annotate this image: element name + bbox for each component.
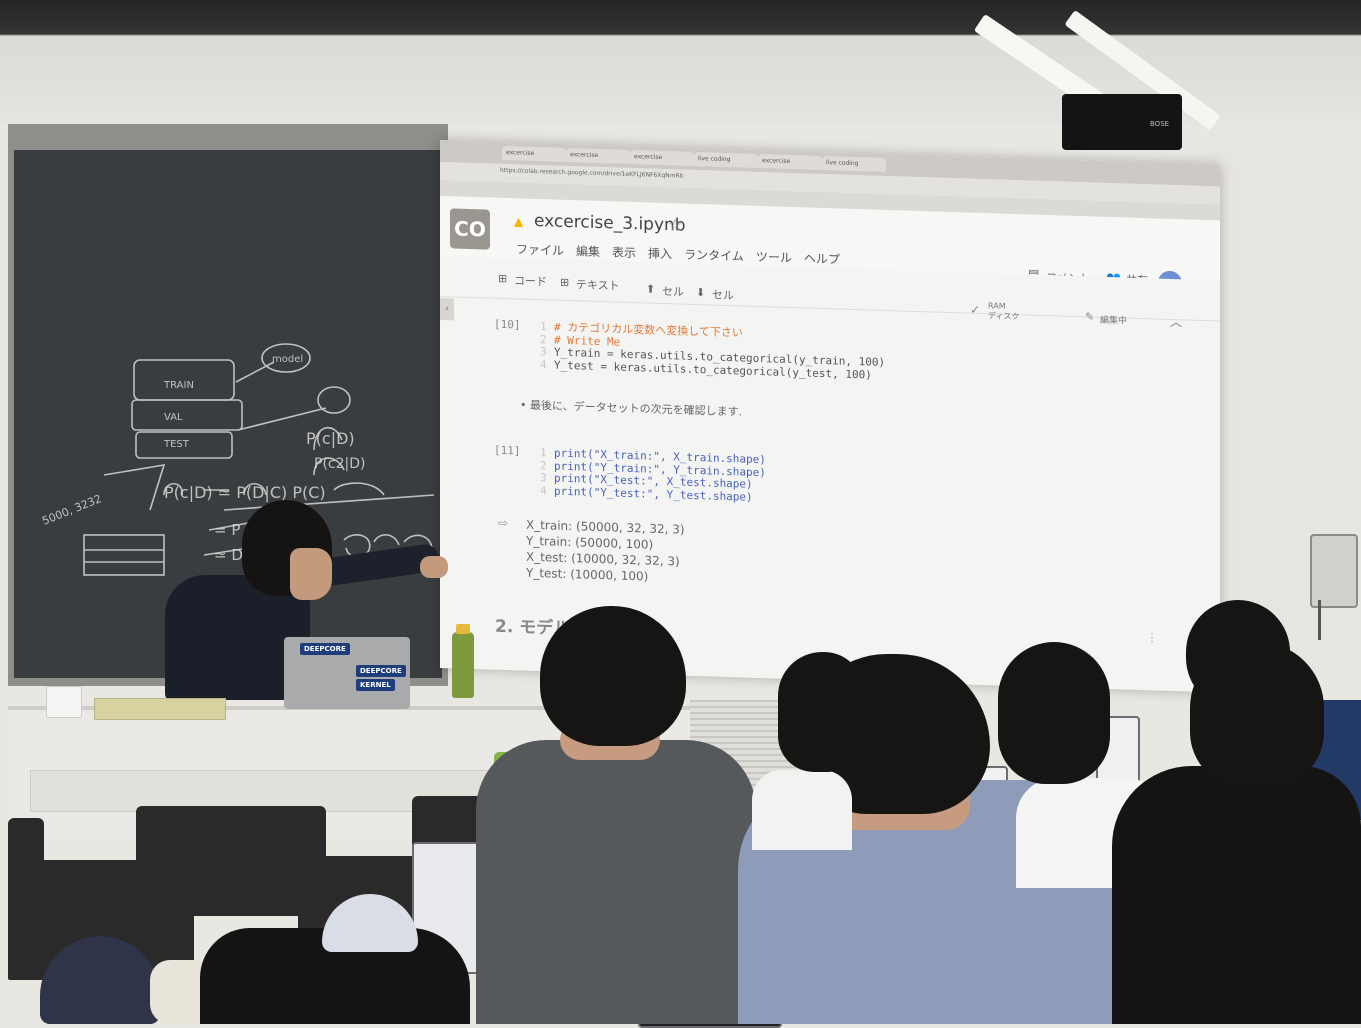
svg-text:model: model [272, 354, 303, 365]
svg-text:TEST: TEST [163, 439, 190, 450]
arrow-down-icon[interactable]: ⬇ [696, 286, 705, 299]
star-icon[interactable]: ☆ [668, 215, 682, 234]
student-black-shirt [1112, 766, 1361, 1024]
code-cell-11[interactable]: 1 print("X_train:", X_train.shape) 2 print… [540, 446, 766, 504]
tea-bottle [452, 632, 474, 698]
markdown-cell[interactable]: • 最後に、データセットの次元を確認します. [520, 397, 742, 420]
drive-icon: ▲ [514, 214, 524, 229]
cell-execution-count: [10] [494, 317, 521, 332]
chair [8, 818, 44, 868]
cell-up-button[interactable]: セル [662, 283, 684, 300]
phone-cord [1318, 600, 1335, 640]
browser-tab[interactable]: live coding [822, 156, 886, 173]
output-icon[interactable]: ⇨ [498, 516, 508, 530]
presenter-laptop: DEEPCORE DEEPCORE KERNEL [284, 637, 410, 709]
student-head [540, 606, 686, 746]
code-cell-10[interactable]: 1 # カテゴリカル変数へ変換して下さい 2 # Write Me 3 Y_train… [540, 320, 885, 382]
markdown-text: 最後に、データセットの次元を確認します. [530, 398, 743, 419]
svg-text:VAL: VAL [164, 412, 183, 423]
student-head [1190, 642, 1324, 788]
cell-output: X_train: (50000, 32, 32, 3) Y_train: (50… [526, 517, 685, 586]
bottle-cap [456, 624, 470, 634]
cell-execution-count: [11] [494, 443, 521, 458]
add-text-icon[interactable]: ⊞ [560, 276, 569, 289]
colab-logo[interactable]: CO [450, 208, 490, 250]
svg-text:P(c|D): P(c|D) [306, 429, 355, 448]
menu-insert[interactable]: 挿入 [648, 245, 672, 263]
laptop-sticker: DEEPCORE [356, 665, 406, 677]
student-head [778, 652, 864, 772]
menu-file[interactable]: ファイル [516, 240, 564, 259]
cell-down-button[interactable]: セル [712, 287, 734, 304]
svg-text:P(c|D) ≃ P(D|C) P(C): P(c|D) ≃ P(D|C) P(C) [164, 483, 326, 502]
sidebar-toggle[interactable]: › [440, 298, 454, 321]
presenter-hand [420, 556, 448, 578]
presenter-face [290, 548, 332, 600]
add-code-icon[interactable]: ⊞ [498, 272, 507, 285]
svg-text:P(c2|D): P(c2|D) [314, 456, 365, 472]
pencil-icon[interactable]: ✎ [1085, 310, 1094, 323]
menu-tools[interactable]: ツール [756, 248, 792, 266]
browser-tab[interactable]: excercise [566, 147, 630, 164]
menu-runtime[interactable]: ランタイム [684, 246, 744, 265]
disk-label: ディスク [988, 311, 1020, 322]
browser-tab[interactable]: excercise [502, 145, 566, 162]
svg-text:= P: = P [214, 521, 240, 539]
edit-status: 編集中 [1100, 315, 1128, 327]
student-grey-shirt [476, 740, 756, 1024]
output-line: Y_train: (50000, 100) [526, 533, 654, 552]
browser-tab[interactable]: live coding [694, 151, 758, 168]
laptop-sticker: DEEPCORE [300, 643, 350, 655]
speaker-brand: BOSE [1150, 120, 1170, 128]
student-head [998, 642, 1110, 784]
resource-meter[interactable]: RAM ディスク [988, 301, 1019, 322]
menu-help[interactable]: ヘルプ [804, 249, 840, 267]
projection-screen: excercise excercise excercise live codin… [440, 140, 1220, 693]
svg-text:5000, 3232: 5000, 3232 [40, 492, 103, 528]
desk-sign [94, 698, 226, 720]
output-line: Y_test: (10000, 100) [526, 565, 649, 584]
add-text-button[interactable]: テキスト [576, 276, 620, 293]
arrow-up-icon[interactable]: ⬆ [646, 282, 655, 295]
svg-text:≃ D: ≃ D [214, 546, 243, 564]
menu-view[interactable]: 表示 [612, 243, 636, 261]
svg-text:TRAIN: TRAIN [163, 380, 194, 391]
menu-edit[interactable]: 編集 [576, 242, 600, 260]
browser-tab[interactable]: excercise [630, 149, 694, 166]
browser-tab[interactable]: excercise [758, 153, 822, 171]
power-adapter [46, 686, 82, 718]
student-white-shirt [752, 770, 852, 850]
wall-phone [1310, 534, 1358, 608]
chevron-up-icon[interactable]: ︿ [1170, 313, 1182, 330]
more-options-icon[interactable]: ⋮ [1146, 630, 1158, 644]
laptop-sticker: KERNEL [356, 679, 395, 691]
check-icon: ✓ [970, 302, 981, 317]
add-code-button[interactable]: コード [514, 272, 547, 289]
